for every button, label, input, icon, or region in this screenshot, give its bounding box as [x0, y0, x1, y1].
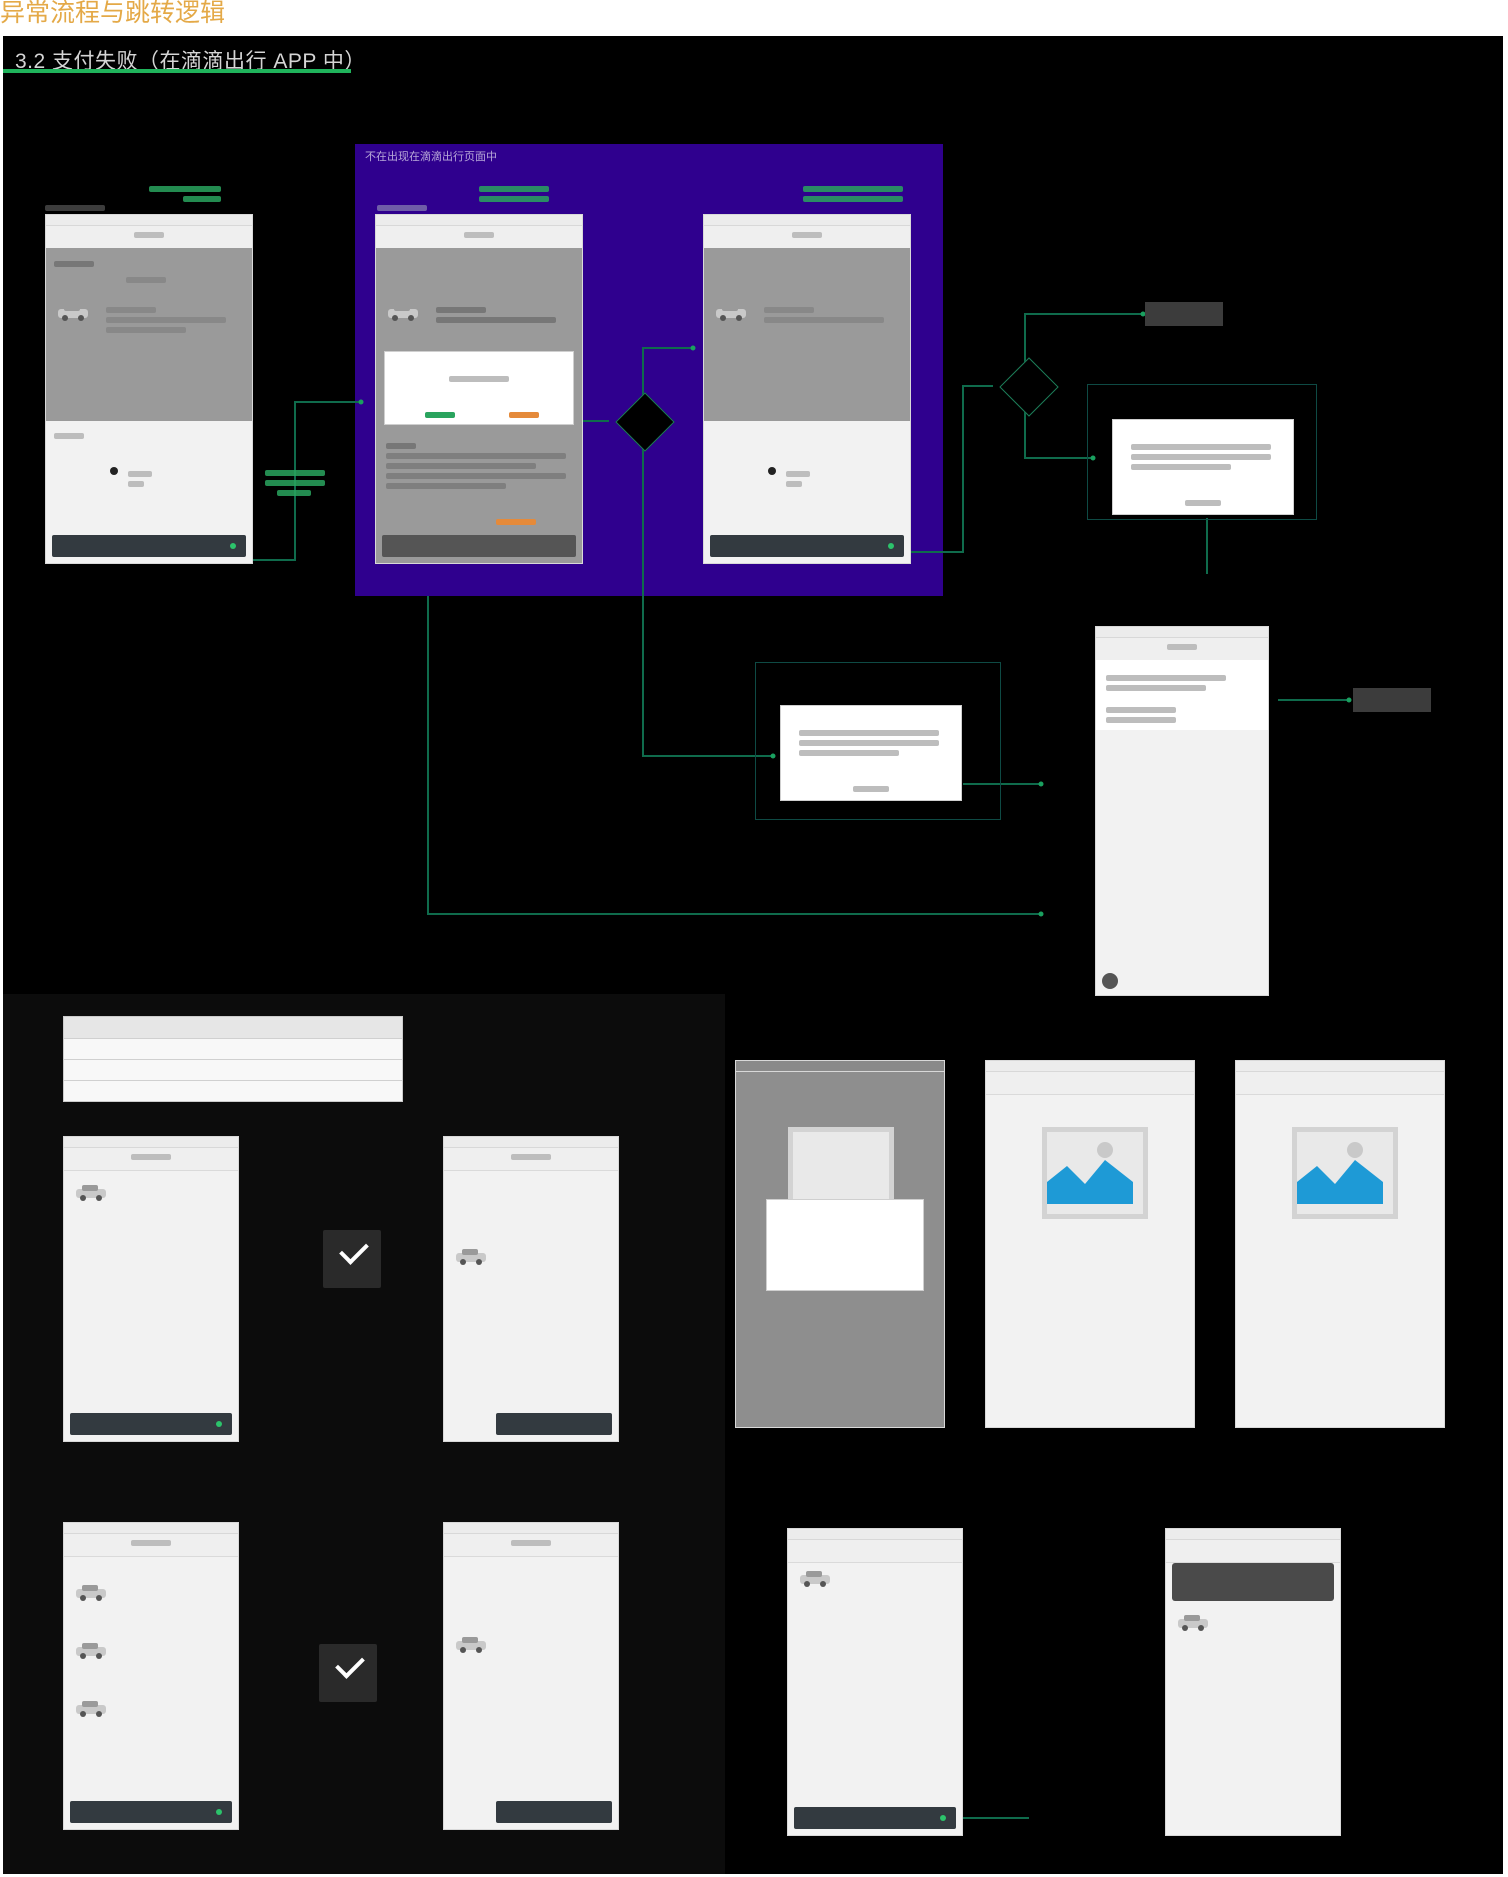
- radio-dot-icon: [110, 467, 118, 475]
- end-node: [1145, 302, 1223, 326]
- phone-screen: [443, 1136, 619, 1442]
- info-table: [63, 1016, 403, 1102]
- phone-screen: [443, 1522, 619, 1830]
- confirm-dialog: [1112, 419, 1294, 515]
- submit-button[interactable]: [794, 1807, 956, 1829]
- submit-button[interactable]: [70, 1413, 232, 1435]
- submit-button[interactable]: [496, 1801, 612, 1823]
- pay-button[interactable]: [710, 535, 904, 557]
- car-icon: [800, 1571, 830, 1587]
- phone-screen: [45, 214, 253, 564]
- submit-button[interactable]: [496, 1413, 612, 1435]
- dialog-frame: [1087, 384, 1317, 520]
- image-placeholder-icon: [1292, 1127, 1398, 1219]
- car-icon: [456, 1637, 486, 1653]
- checkmark-icon: [339, 1235, 369, 1265]
- flowchart-board: 3.2 支付失败（在滴滴出行 APP 中） 不在出现在滴滴出行页面中: [3, 36, 1503, 1874]
- phone-screen: [787, 1528, 963, 1836]
- car-icon: [1178, 1615, 1208, 1631]
- car-icon: [58, 305, 88, 321]
- confirm-dialog: [780, 705, 962, 801]
- car-icon: [76, 1701, 106, 1717]
- phone-screen: [985, 1060, 1195, 1428]
- phone-screen: [63, 1522, 239, 1830]
- pay-button[interactable]: [52, 535, 246, 557]
- phone-screen: [735, 1060, 945, 1428]
- image-placeholder-icon: [1042, 1127, 1148, 1219]
- confirm-check: [323, 1230, 381, 1288]
- decision-diamond: [993, 357, 1063, 417]
- checkmark-icon: [335, 1649, 365, 1679]
- avatar-icon: [1102, 973, 1118, 989]
- car-icon: [76, 1585, 106, 1601]
- car-icon: [456, 1249, 486, 1265]
- phone-screen: [63, 1136, 239, 1442]
- end-node: [1353, 688, 1431, 712]
- phone-screen: [1165, 1528, 1341, 1836]
- phone-screen: [375, 214, 583, 564]
- payment-dialog: [384, 351, 574, 425]
- phone-screen: [1235, 1060, 1445, 1428]
- car-icon: [388, 305, 418, 321]
- confirm-check: [319, 1644, 377, 1702]
- car-icon: [716, 305, 746, 321]
- pay-button[interactable]: [382, 535, 576, 557]
- decision-diamond: [609, 392, 679, 452]
- submit-button[interactable]: [70, 1801, 232, 1823]
- loading-dialog: [766, 1199, 924, 1291]
- car-icon: [76, 1643, 106, 1659]
- dialog-frame: [755, 662, 1001, 820]
- car-icon: [76, 1185, 106, 1201]
- phone-screen: [703, 214, 911, 564]
- radio-dot-icon: [768, 467, 776, 475]
- page-title: 异常流程与跳转逻辑: [0, 0, 226, 27]
- phone-screen: [1095, 626, 1269, 996]
